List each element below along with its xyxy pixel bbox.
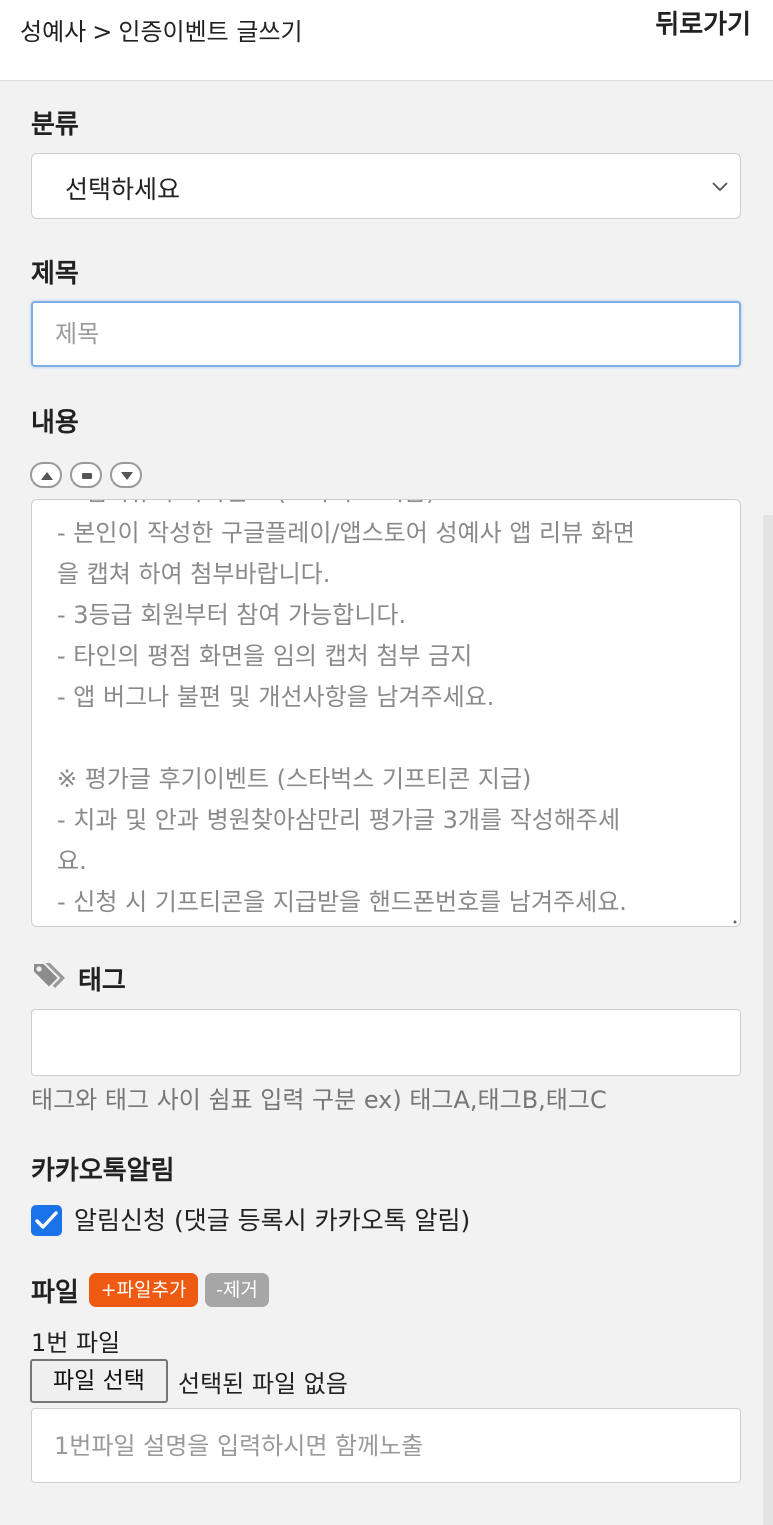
content-line: - 앱 버그나 불편 및 개선사항을 남겨주세요. <box>57 683 495 711</box>
content-line: - 3등급 회원부터 참여 가능합니다. <box>57 601 407 629</box>
chevron-down-icon <box>712 182 728 192</box>
content-line: 요. <box>57 847 87 875</box>
checkmark-icon <box>35 1211 58 1229</box>
title-label: 제목 <box>31 259 79 289</box>
content-line: - 치과 및 안과 병원찾아삼만리 평가글 3개를 작성해주세 <box>57 806 621 834</box>
content-line: - 신청 시 기프티콘을 지급받을 핸드폰번호를 남겨주세요. <box>57 888 627 916</box>
file-status-text: 선택된 파일 없음 <box>178 1370 348 1398</box>
content-line <box>57 718 727 759</box>
tags-help-text: 태그와 태그 사이 쉼표 입력 구분 ex) 태그A,태그B,태그C <box>31 1086 607 1114</box>
category-select[interactable]: 선택하세요 <box>31 153 741 219</box>
back-link[interactable]: 뒤로가기 <box>655 4 751 41</box>
kakao-label: 카카오톡알림 <box>31 1156 175 1186</box>
choose-file-button[interactable]: 파일 선택 <box>30 1359 168 1403</box>
file-label: 파일 <box>31 1278 79 1308</box>
kakao-notify-checkbox[interactable] <box>31 1205 62 1236</box>
content-line: ※ 앱리뷰 후기이벤트 (스타벅스 지급) <box>57 500 727 513</box>
category-label: 분류 <box>31 110 79 140</box>
kakao-notify-label[interactable]: 알림신청 (댓글 등록시 카카오톡 알림) <box>74 1201 470 1237</box>
top-bar: 성예사 > 인증이벤트 글쓰기 뒤로가기 <box>0 0 773 81</box>
page-scrollbar[interactable] <box>763 515 773 1525</box>
breadcrumb-current: 인증이벤트 글쓰기 <box>118 18 303 46</box>
equal-icon <box>82 473 92 479</box>
triangle-down-icon <box>121 472 133 480</box>
content-text: ※ 앱리뷰 후기이벤트 (스타벅스 지급) - 본인이 작성한 구글플레이/앱스… <box>57 500 727 923</box>
expand-up-button[interactable] <box>30 462 62 488</box>
content-line: - 본인이 작성한 구글플레이/앱스토어 성예사 앱 리뷰 화면 <box>57 519 635 547</box>
add-file-button[interactable]: +파일추가 <box>89 1273 198 1307</box>
file-item-label: 1번 파일 <box>31 1329 121 1357</box>
expand-down-button[interactable] <box>110 462 142 488</box>
content-line: - 타인의 평점 화면을 임의 캡처 첨부 금지 <box>57 642 473 670</box>
content-line: ※ 평가글 후기이벤트 (스타벅스 기프티콘 지급) <box>57 765 532 793</box>
tags-icon <box>32 962 65 990</box>
category-selected-value: 선택하세요 <box>65 175 181 204</box>
content-label: 내용 <box>31 408 79 438</box>
breadcrumb: 성예사 > 인증이벤트 글쓰기 <box>20 12 303 47</box>
resize-grip-icon[interactable] <box>732 919 738 925</box>
content-line: 을 캡쳐 하여 첨부바랍니다. <box>57 560 331 588</box>
content-textarea[interactable]: ※ 앱리뷰 후기이벤트 (스타벅스 지급) - 본인이 작성한 구글플레이/앱스… <box>31 499 741 927</box>
breadcrumb-separator: > <box>92 18 113 46</box>
file-description-input[interactable] <box>31 1408 741 1483</box>
breadcrumb-root[interactable]: 성예사 <box>20 18 86 46</box>
title-input[interactable] <box>31 301 741 367</box>
reset-size-button[interactable] <box>70 462 102 488</box>
remove-file-button[interactable]: -제거 <box>205 1273 269 1307</box>
tags-label: 태그 <box>78 966 126 996</box>
tags-input[interactable] <box>31 1009 741 1076</box>
triangle-up-icon <box>41 472 53 480</box>
